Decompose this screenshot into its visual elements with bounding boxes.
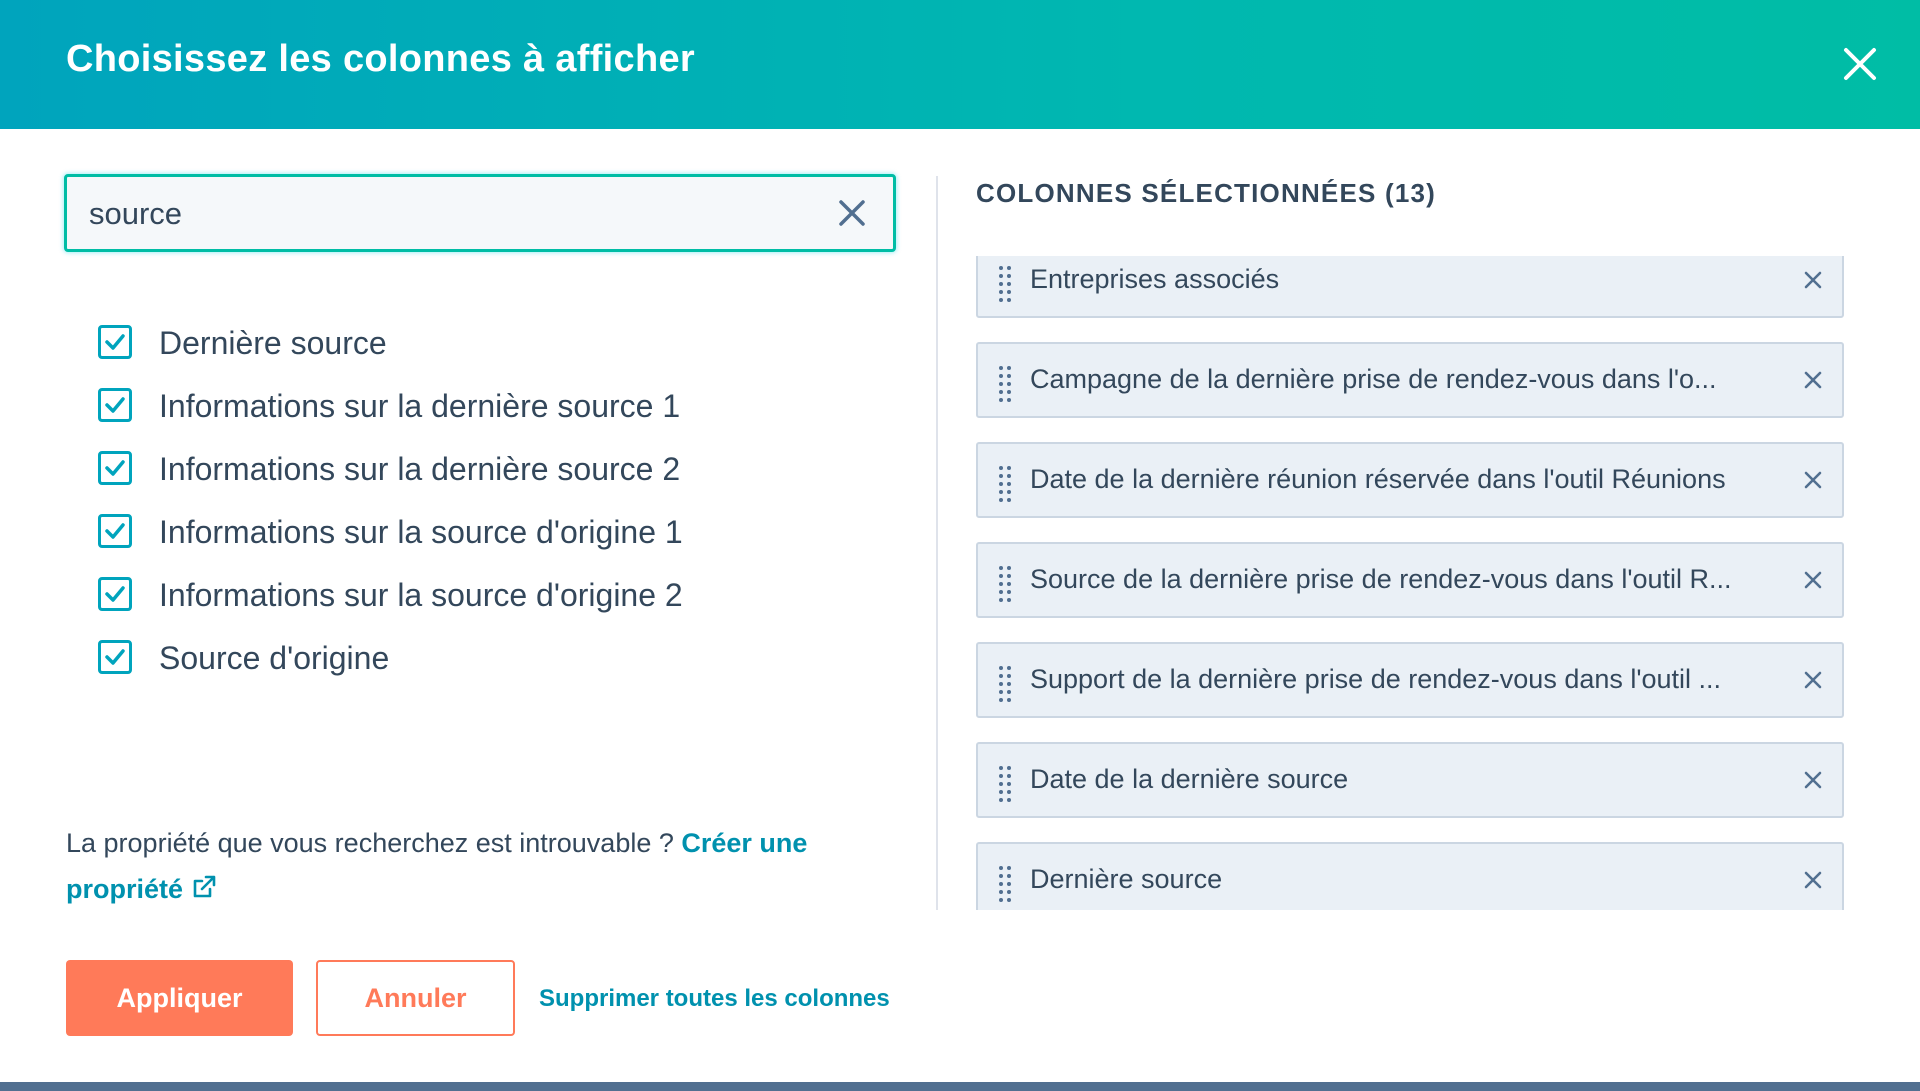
help-text: La propriété que vous recherchez est int… xyxy=(66,820,866,914)
create-property-link-line2: propriété xyxy=(66,874,184,904)
option-label: Informations sur la dernière source 2 xyxy=(159,451,681,487)
option-label: Informations sur la source d'origine 1 xyxy=(159,514,683,550)
selected-columns-list[interactable]: Entreprises associés Campagne de la dern… xyxy=(976,256,1846,910)
selected-column-item[interactable]: Support de la dernière prise de rendez-v… xyxy=(976,642,1844,718)
bottom-bar xyxy=(0,1082,1920,1091)
create-property-link-line1: Créer une xyxy=(681,828,808,858)
apply-button[interactable]: Appliquer xyxy=(66,960,293,1036)
drag-handle-icon[interactable] xyxy=(998,364,1012,409)
drag-handle-icon[interactable] xyxy=(998,864,1012,909)
selected-column-label: Source de la dernière prise de rendez-vo… xyxy=(1030,564,1732,594)
checkbox-checked[interactable] xyxy=(98,514,132,548)
option-label: Source d'origine xyxy=(159,640,390,676)
checkbox-checked[interactable] xyxy=(98,388,132,422)
selected-column-item[interactable]: Entreprises associés xyxy=(976,256,1844,318)
search-input[interactable] xyxy=(87,177,851,251)
selected-column-label: Campagne de la dernière prise de rendez-… xyxy=(1030,364,1717,394)
selected-column-label: Dernière source xyxy=(1030,864,1223,894)
selected-column-label: Support de la dernière prise de rendez-v… xyxy=(1030,664,1722,694)
selected-column-label: Date de la dernière source xyxy=(1030,764,1349,794)
remove-column-icon[interactable] xyxy=(1801,268,1825,292)
drag-handle-icon[interactable] xyxy=(998,564,1012,609)
remove-column-icon[interactable] xyxy=(1801,368,1825,392)
check-icon xyxy=(105,586,125,602)
selected-columns-heading: COLONNES SÉLECTIONNÉES (13) xyxy=(976,178,1437,208)
drag-handle-icon[interactable] xyxy=(998,664,1012,709)
option-label: Informations sur la source d'origine 2 xyxy=(159,577,683,613)
cancel-button[interactable]: Annuler xyxy=(316,960,515,1036)
selected-column-label: Entreprises associés xyxy=(1030,264,1280,294)
column-divider xyxy=(936,176,938,910)
search-field xyxy=(64,174,896,252)
external-link-icon xyxy=(191,868,217,914)
checkbox-checked[interactable] xyxy=(98,640,132,674)
check-icon xyxy=(105,334,125,350)
selected-column-label: Date de la dernière réunion réservée dan… xyxy=(1030,464,1726,494)
remove-column-icon[interactable] xyxy=(1801,768,1825,792)
selected-column-item[interactable]: Campagne de la dernière prise de rendez-… xyxy=(976,342,1844,418)
checkbox-checked[interactable] xyxy=(98,577,132,611)
checkbox-checked[interactable] xyxy=(98,451,132,485)
help-message: La propriété que vous recherchez est int… xyxy=(66,828,682,858)
remove-all-columns-link[interactable]: Supprimer toutes les colonnes xyxy=(539,985,890,1013)
selected-column-item[interactable]: Date de la dernière réunion réservée dan… xyxy=(976,442,1844,518)
checkbox-checked[interactable] xyxy=(98,325,132,359)
option-info-derniere-source-2[interactable]: Informations sur la dernière source 2 xyxy=(98,439,858,499)
remove-column-icon[interactable] xyxy=(1801,468,1825,492)
remove-column-icon[interactable] xyxy=(1801,668,1825,692)
remove-column-icon[interactable] xyxy=(1801,568,1825,592)
remove-column-icon[interactable] xyxy=(1801,868,1825,892)
option-label: Informations sur la dernière source 1 xyxy=(159,388,681,424)
check-icon xyxy=(105,649,125,665)
option-info-derniere-source-1[interactable]: Informations sur la dernière source 1 xyxy=(98,376,858,436)
close-icon[interactable] xyxy=(1836,40,1884,88)
check-icon xyxy=(105,397,125,413)
modal-header: Choisissez les colonnes à afficher xyxy=(0,0,1920,129)
selected-column-item[interactable]: Date de la dernière source xyxy=(976,742,1844,818)
check-icon xyxy=(105,460,125,476)
check-icon xyxy=(105,523,125,539)
drag-handle-icon[interactable] xyxy=(998,764,1012,809)
option-label: Dernière source xyxy=(159,325,387,361)
modal-title: Choisissez les colonnes à afficher xyxy=(66,38,695,80)
option-info-source-origine-1[interactable]: Informations sur la source d'origine 1 xyxy=(98,502,858,562)
clear-search-icon[interactable] xyxy=(834,195,870,231)
selected-column-item[interactable]: Dernière source xyxy=(976,842,1844,910)
selected-column-item[interactable]: Source de la dernière prise de rendez-vo… xyxy=(976,542,1844,618)
drag-handle-icon[interactable] xyxy=(998,464,1012,509)
option-derniere-source[interactable]: Dernière source xyxy=(98,313,858,373)
drag-handle-icon[interactable] xyxy=(998,264,1012,309)
option-info-source-origine-2[interactable]: Informations sur la source d'origine 2 xyxy=(98,565,858,625)
option-source-origine[interactable]: Source d'origine xyxy=(98,628,858,688)
